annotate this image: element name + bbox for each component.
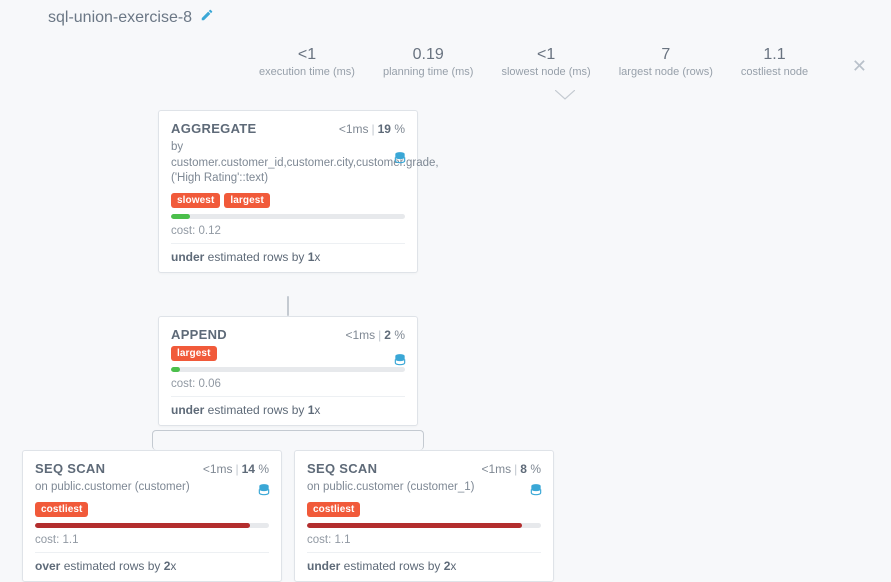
cost-bar xyxy=(35,523,269,528)
tag-costliest: costliest xyxy=(35,502,88,517)
summary-bar: <1 execution time (ms) 0.19 planning tim… xyxy=(245,46,822,78)
node-metrics: <1ms|19 % xyxy=(339,122,405,136)
node-tags: largest xyxy=(171,346,405,361)
estimate-line: under estimated rows by 2x xyxy=(307,559,541,573)
node-metrics: <1ms|2 % xyxy=(345,328,405,342)
cost-value: cost: 0.12 xyxy=(171,225,405,244)
database-icon[interactable] xyxy=(393,151,407,168)
node-title: SEQ SCAN xyxy=(35,461,105,476)
node-tags: slowest largest xyxy=(171,193,405,208)
tag-costliest: costliest xyxy=(307,502,360,517)
node-metrics: <1ms|8 % xyxy=(481,462,541,476)
estimate-line: under estimated rows by 1x xyxy=(171,403,405,417)
node-aggregate[interactable]: AGGREGATE <1ms|19 % by customer.customer… xyxy=(158,110,418,273)
node-tags: costliest xyxy=(35,502,269,517)
cost-bar xyxy=(307,523,541,528)
node-seq-scan-1[interactable]: SEQ SCAN <1ms|14 % on public.customer (c… xyxy=(22,450,282,582)
node-title: AGGREGATE xyxy=(171,121,257,136)
tag-slowest: slowest xyxy=(171,193,220,208)
cost-bar xyxy=(171,214,405,219)
node-subtext: by customer.customer_id,customer.city,cu… xyxy=(171,140,405,187)
tag-largest: largest xyxy=(224,193,270,208)
summary-slowest-node: <1 slowest node (ms) xyxy=(487,46,604,78)
node-subtext: on public.customer (customer) xyxy=(35,480,269,496)
connector-agg-append xyxy=(287,296,289,316)
summary-execution-time: <1 execution time (ms) xyxy=(245,46,369,78)
database-icon[interactable] xyxy=(529,483,543,500)
estimate-line: under estimated rows by 1x xyxy=(171,250,405,264)
node-title: SEQ SCAN xyxy=(307,461,377,476)
node-metrics: <1ms|14 % xyxy=(203,462,269,476)
node-title: APPEND xyxy=(171,327,227,342)
summary-notch xyxy=(555,90,575,100)
cost-bar xyxy=(171,367,405,372)
database-icon[interactable] xyxy=(257,483,271,500)
node-tags: costliest xyxy=(307,502,541,517)
summary-costliest-node: 1.1 costliest node xyxy=(727,46,822,78)
cost-value: cost: 1.1 xyxy=(307,534,541,553)
cost-value: cost: 1.1 xyxy=(35,534,269,553)
node-seq-scan-2[interactable]: SEQ SCAN <1ms|8 % on public.customer (cu… xyxy=(294,450,554,582)
summary-largest-node: 7 largest node (rows) xyxy=(605,46,727,78)
edit-icon[interactable] xyxy=(200,8,214,27)
connector-append-children xyxy=(152,430,424,450)
summary-planning-time: 0.19 planning time (ms) xyxy=(369,46,487,78)
page-title: sql-union-exercise-8 xyxy=(48,9,192,27)
tag-largest: largest xyxy=(171,346,217,361)
estimate-line: over estimated rows by 2x xyxy=(35,559,269,573)
node-append[interactable]: APPEND <1ms|2 % largest cost: 0.06 under… xyxy=(158,316,418,426)
page-title-row: sql-union-exercise-8 xyxy=(48,8,214,27)
node-subtext: on public.customer (customer_1) xyxy=(307,480,541,496)
close-icon[interactable]: ✕ xyxy=(852,56,867,77)
cost-value: cost: 0.06 xyxy=(171,378,405,397)
